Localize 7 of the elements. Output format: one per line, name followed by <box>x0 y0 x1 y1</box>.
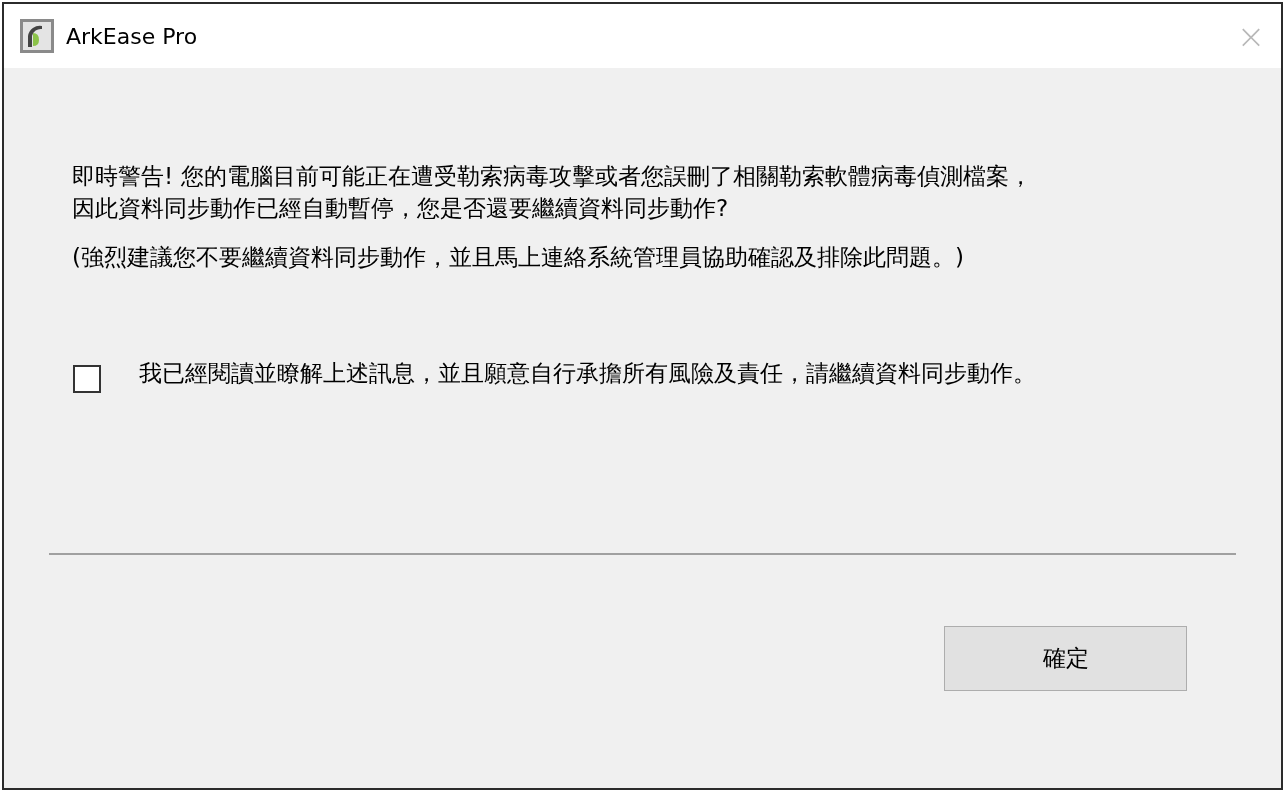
warning-message: 即時警告! 您的電腦目前可能正在遭受勒索病毒攻擊或者您誤刪了相關勒索軟體病毒偵測檔案， 因此資料同步動作已經自動暫停，您是否還要繼續資料同步動作? <box>72 162 1033 223</box>
app-logo-icon <box>20 19 54 53</box>
ok-button[interactable]: 確定 <box>944 626 1187 691</box>
checkbox-label: 我已經閱讀並瞭解上述訊息，並且願意自行承擔所有風險及責任，請繼續資料同步動作。 <box>139 358 1036 388</box>
window-title: ArkEase Pro <box>66 23 199 49</box>
advice-text: (強烈建議您不要繼續資料同步動作，並且馬上連絡系統管理員協助確認及排除此問題。) <box>72 243 965 272</box>
checkbox[interactable] <box>73 365 101 393</box>
